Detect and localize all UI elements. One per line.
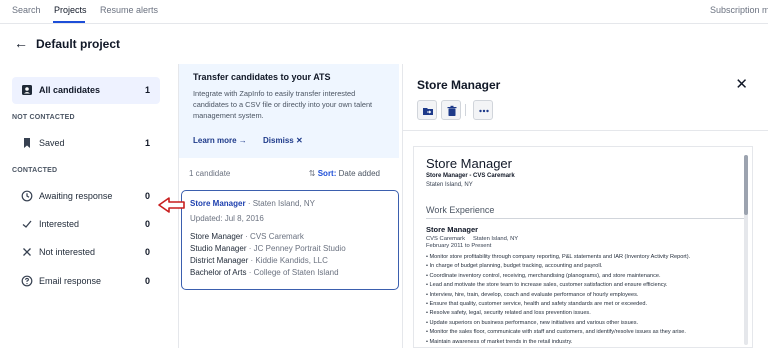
resume-bullet: • Interview, hire, train, develop, coach…: [426, 291, 639, 298]
person-card-icon: [21, 84, 33, 96]
delete-button[interactable]: [441, 100, 461, 120]
sidebar-item-count: 1: [144, 85, 150, 95]
resume-bullet: • Monitor the sales floor, communicate w…: [426, 329, 686, 336]
resume-bullet: • Monitor store profitability through co…: [426, 254, 691, 260]
learn-more-link[interactable]: Learn more →: [193, 136, 247, 145]
toolbar-divider: [465, 104, 466, 116]
sidebar-item-count: 0: [144, 191, 150, 201]
resume-name: Store Manager: [426, 156, 512, 171]
sort-icon: ⇅: [308, 169, 316, 178]
candidate-location: · Staten Island, NY: [247, 199, 315, 208]
resume-subtitle: Store Manager - CVS Caremark: [426, 173, 515, 179]
sidebar-item-all-candidates[interactable]: All candidates 1: [12, 77, 160, 104]
sidebar-item-email-response[interactable]: Email response 0: [12, 268, 160, 295]
move-to-folder-button[interactable]: [417, 100, 437, 120]
sort-control[interactable]: ⇅ Sort: Date added: [309, 169, 380, 178]
resume-company: CVS Caremark Staten Island, NY: [426, 236, 519, 242]
candidate-list-panel: Transfer candidates to your ATS Integrat…: [178, 64, 399, 348]
resume-document: Store Manager Store Manager - CVS Carema…: [413, 146, 753, 348]
more-icon: [479, 109, 489, 113]
sidebar-item-interested[interactable]: Interested 0: [12, 211, 160, 238]
sidebar-item-count: 0: [144, 247, 150, 257]
ats-banner-title: Transfer candidates to your ATS: [193, 72, 331, 82]
dismiss-button[interactable]: Dismiss ✕: [263, 136, 303, 145]
resume-section-title: Work Experience: [426, 205, 495, 215]
x-icon: [21, 246, 33, 258]
bookmark-icon: [21, 137, 33, 149]
folder-move-icon: [423, 108, 433, 115]
resume-bullets: • Monitor store profitability through co…: [426, 253, 752, 347]
checkmark-icon: [21, 218, 33, 230]
resume-bullet: • In charge of budget planning, budget t…: [426, 263, 603, 270]
resume-bullet: • Ensure that quality, customer service,…: [426, 301, 648, 308]
subscription-link[interactable]: Subscription ma: [710, 5, 768, 15]
resume-bullet: • Coordinate inventory control, receivin…: [426, 272, 661, 279]
history-item: Bachelor of Arts · College of Staten Isl…: [190, 268, 339, 277]
sidebar-item-label: Email response: [39, 276, 102, 286]
sidebar-item-label: Interested: [39, 219, 80, 229]
sidebar-item-count: 1: [144, 138, 150, 148]
history-item: District Manager · Kiddie Kandids, LLC: [190, 256, 328, 265]
resume-bullet: • Lead and motivate the store team to in…: [426, 282, 668, 289]
ats-banner-body: Integrate with ZapInfo to easily transfe…: [193, 89, 373, 120]
sidebar-item-label: Awaiting response: [39, 191, 113, 201]
sidebar-item-awaiting-response[interactable]: Awaiting response 0: [12, 183, 160, 210]
tab-projects[interactable]: Projects: [54, 5, 87, 15]
resume-bullet: • Resolve safety, legal, security relate…: [426, 310, 591, 317]
sort-value: Date added: [338, 169, 380, 178]
resume-bullet: • Update superiors on business performan…: [426, 319, 639, 326]
section-label-not-contacted: NOT CONTACTED: [12, 114, 75, 121]
question-circle-icon: [21, 275, 33, 287]
sidebar-item-label: All candidates: [39, 85, 101, 95]
history-item: Studio Manager · JC Penney Portrait Stud…: [190, 244, 346, 253]
resume-dates: February 2011 to Present: [426, 243, 492, 249]
sidebar: All candidates 1 NOT CONTACTED Saved 1 C…: [0, 64, 168, 348]
sort-label: Sort:: [317, 169, 337, 178]
section-label-contacted: CONTACTED: [12, 167, 58, 174]
candidate-detail-panel: Store Manager ✕ Store Manager Store Mana…: [402, 64, 768, 348]
trash-icon: [447, 105, 457, 116]
tab-resume-alerts[interactable]: Resume alerts: [100, 5, 158, 15]
clock-icon: [21, 190, 33, 202]
candidate-updated: Updated: Jul 8, 2016: [190, 214, 264, 223]
back-arrow-icon[interactable]: ←: [14, 36, 28, 50]
sidebar-item-saved[interactable]: Saved 1: [12, 130, 160, 157]
top-nav: Search Projects Resume alerts Subscripti…: [0, 0, 768, 24]
panel-divider: [403, 130, 768, 131]
section-rule: [426, 218, 748, 219]
scrollbar-thumb[interactable]: [744, 155, 748, 215]
sidebar-item-not-interested[interactable]: Not interested 0: [12, 239, 160, 266]
history-item: Store Manager · CVS Caremark: [190, 232, 304, 241]
tab-search[interactable]: Search: [12, 5, 41, 15]
sidebar-item-count: 0: [144, 276, 150, 286]
candidate-card[interactable]: Store Manager · Staten Island, NY Update…: [181, 190, 399, 290]
sidebar-item-label: Saved: [39, 138, 65, 148]
resume-bullet: • Maintain awareness of market trends in…: [426, 338, 573, 345]
red-arrow-annotation-icon: [158, 197, 185, 213]
resume-location: Staten Island, NY: [426, 182, 473, 188]
sidebar-item-label: Not interested: [39, 247, 96, 257]
more-options-button[interactable]: [473, 100, 493, 120]
ats-banner: Transfer candidates to your ATS Integrat…: [179, 64, 399, 158]
sidebar-item-count: 0: [144, 219, 150, 229]
close-icon[interactable]: ✕: [735, 77, 748, 92]
resume-scrollbar[interactable]: [744, 155, 748, 345]
candidate-job-title[interactable]: Store Manager: [190, 199, 246, 208]
candidate-count: 1 candidate: [189, 169, 231, 178]
detail-title: Store Manager: [417, 78, 501, 92]
resume-job-title: Store Manager: [426, 225, 479, 234]
page-title: Default project: [36, 37, 121, 51]
active-tab-indicator: [53, 21, 85, 23]
